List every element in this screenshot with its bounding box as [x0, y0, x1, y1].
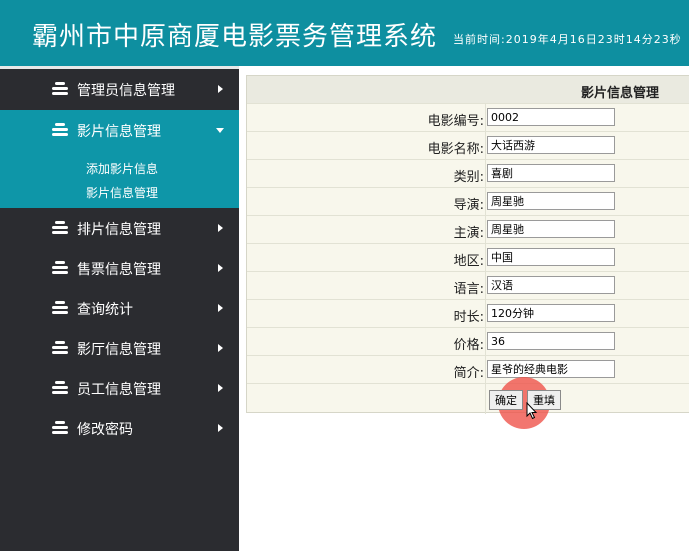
field-label: 时长: — [453, 310, 484, 325]
current-time: 当前时间:2019年4月16日23时14分23秒 — [453, 33, 682, 46]
sidebar-item-label: 售票信息管理 — [77, 262, 161, 278]
submenu-item-manage-movie[interactable]: 影片信息管理 — [86, 184, 158, 201]
sidebar-item-ticket[interactable]: 售票信息管理 — [0, 248, 239, 288]
region-input[interactable] — [487, 248, 615, 266]
chevron-down-icon — [216, 128, 224, 133]
stack-icon — [52, 341, 68, 355]
form-row-name: 电影名称: — [247, 131, 689, 160]
intro-input[interactable] — [487, 360, 615, 378]
chevron-right-icon — [218, 264, 223, 272]
field-label: 主演: — [453, 226, 484, 241]
field-label: 语言: — [453, 282, 484, 297]
field-label: 类别: — [453, 170, 484, 185]
form-row-id: 电影编号: — [247, 103, 689, 132]
sidebar-item-label: 查询统计 — [77, 302, 133, 318]
form-row-intro: 简介: — [247, 355, 689, 384]
form-row-region: 地区: — [247, 243, 689, 272]
submenu-item-add-movie[interactable]: 添加影片信息 — [86, 160, 158, 177]
sidebar-item-password[interactable]: 修改密码 — [0, 408, 239, 448]
sidebar-item-label: 修改密码 — [77, 422, 133, 438]
stack-icon — [52, 301, 68, 315]
form-row-duration: 时长: — [247, 299, 689, 328]
stack-icon — [52, 82, 68, 96]
field-label: 导演: — [453, 198, 484, 213]
stack-icon — [52, 221, 68, 235]
field-label: 简介: — [453, 366, 484, 381]
field-label: 地区: — [453, 254, 484, 269]
field-label: 电影名称: — [427, 142, 484, 157]
panel-header: 影片信息管理 — [247, 76, 689, 103]
app-title: 霸州市中原商厦电影票务管理系统 — [32, 22, 438, 52]
sidebar-item-label: 管理员信息管理 — [77, 83, 175, 99]
chevron-right-icon — [218, 344, 223, 352]
form-row-actor: 主演: — [247, 215, 689, 244]
movie-id-input[interactable] — [487, 108, 615, 126]
sidebar-item-hall[interactable]: 影厅信息管理 — [0, 328, 239, 368]
language-input[interactable] — [487, 276, 615, 294]
chevron-right-icon — [218, 85, 223, 93]
category-input[interactable] — [487, 164, 615, 182]
director-input[interactable] — [487, 192, 615, 210]
field-label: 价格: — [453, 338, 484, 353]
stack-icon — [52, 421, 68, 435]
cursor-icon — [526, 402, 538, 420]
sidebar-submenu: 添加影片信息 影片信息管理 — [0, 150, 239, 208]
sidebar-item-staff[interactable]: 员工信息管理 — [0, 368, 239, 408]
stack-icon — [52, 123, 68, 137]
form-row-category: 类别: — [247, 159, 689, 188]
chevron-right-icon — [218, 424, 223, 432]
sidebar-item-statistics[interactable]: 查询统计 — [0, 288, 239, 328]
chevron-right-icon — [218, 224, 223, 232]
field-label: 电影编号: — [427, 114, 484, 129]
movie-form-panel: 影片信息管理 电影编号: 电影名称: 类别: 导演: 主演: 地区: 语言: 时… — [246, 75, 689, 414]
form-row-director: 导演: — [247, 187, 689, 216]
form-row-actions — [247, 383, 689, 414]
form-row-price: 价格: — [247, 327, 689, 356]
price-input[interactable] — [487, 332, 615, 350]
chevron-right-icon — [218, 304, 223, 312]
actor-input[interactable] — [487, 220, 615, 238]
stack-icon — [52, 381, 68, 395]
sidebar-item-movie[interactable]: 影片信息管理 — [0, 110, 239, 150]
sidebar-item-label: 排片信息管理 — [77, 222, 161, 238]
confirm-button[interactable]: 确定 — [489, 390, 523, 410]
sidebar-item-admin[interactable]: 管理员信息管理 — [0, 69, 239, 109]
form-row-language: 语言: — [247, 271, 689, 300]
duration-input[interactable] — [487, 304, 615, 322]
sidebar-item-label: 员工信息管理 — [77, 382, 161, 398]
chevron-right-icon — [218, 384, 223, 392]
sidebar-item-label: 影厅信息管理 — [77, 342, 161, 358]
header-bar: 霸州市中原商厦电影票务管理系统 当前时间:2019年4月16日23时14分23秒 — [0, 0, 689, 66]
stack-icon — [52, 261, 68, 275]
movie-name-input[interactable] — [487, 136, 615, 154]
sidebar-item-schedule[interactable]: 排片信息管理 — [0, 208, 239, 248]
panel-title: 影片信息管理 — [581, 86, 660, 101]
sidebar-item-label: 影片信息管理 — [77, 124, 161, 140]
